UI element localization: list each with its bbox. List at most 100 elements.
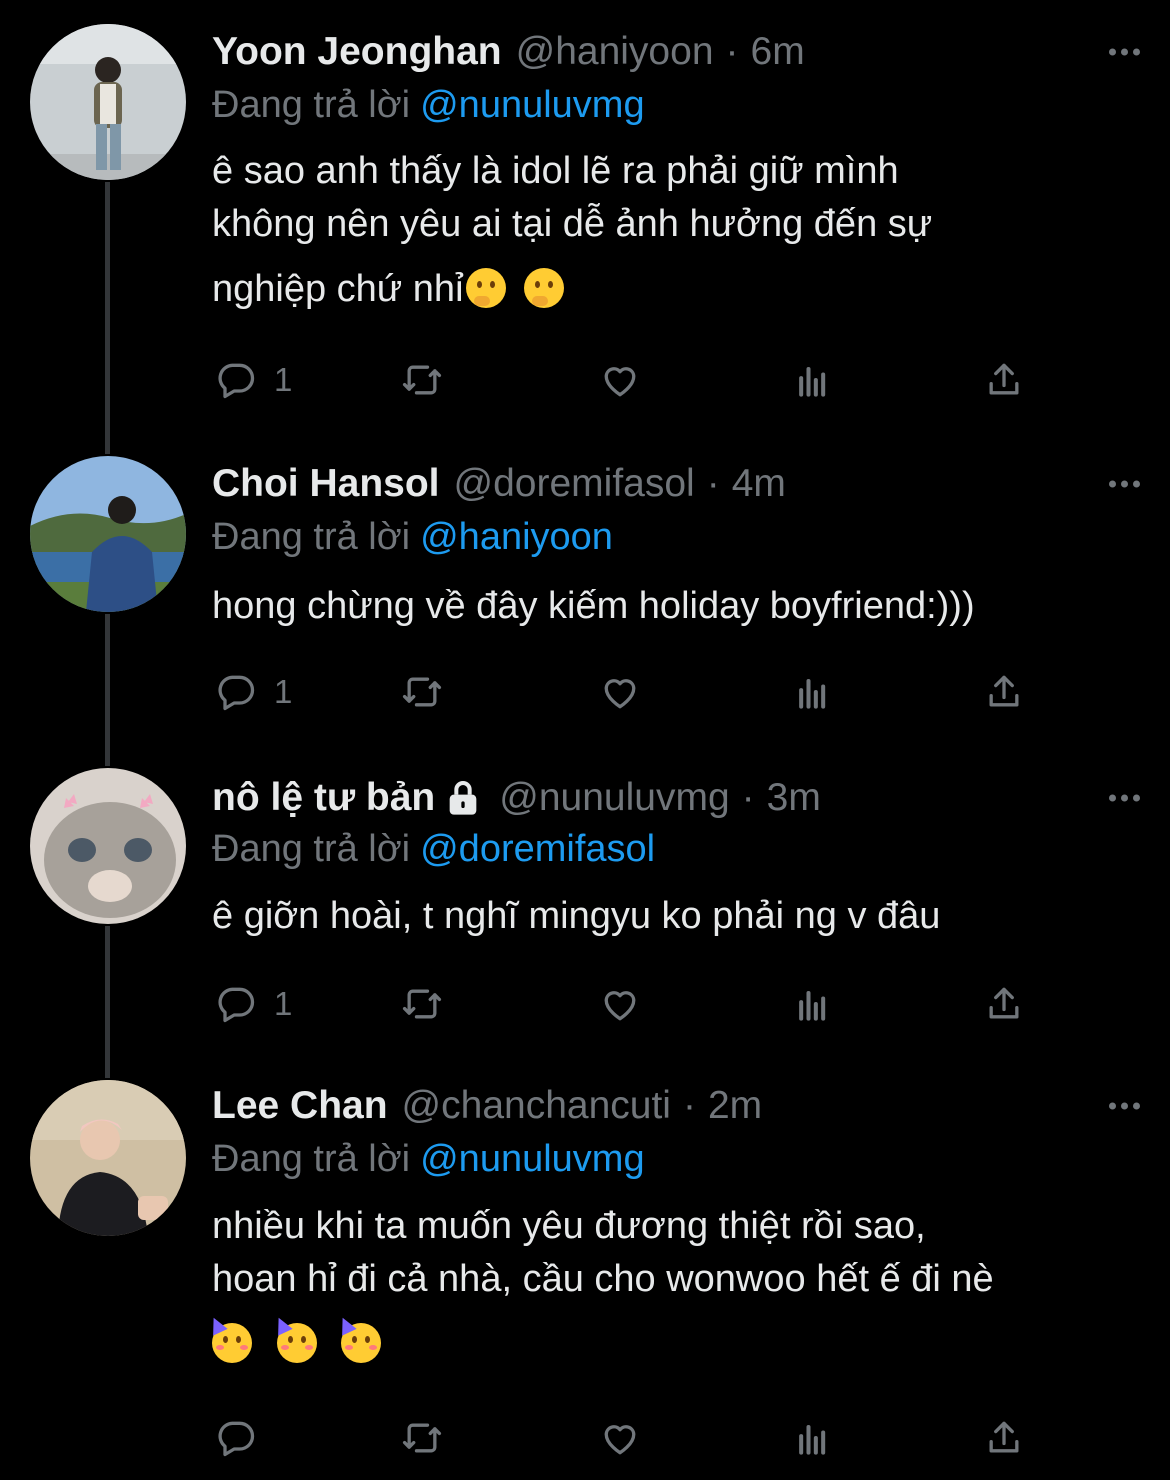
display-name[interactable]: nô lệ tư bản: [212, 776, 435, 820]
text-line: nghiệp chứ nhỉ: [212, 268, 464, 310]
replying-to: Đang trả lời @nunuluvmg: [212, 84, 645, 127]
retweet-button[interactable]: [400, 664, 444, 720]
mention-link[interactable]: @nunuluvmg: [420, 1138, 644, 1180]
more-icon[interactable]: [1109, 48, 1140, 56]
share-button[interactable]: [982, 1410, 1026, 1466]
reply-button[interactable]: 1: [214, 976, 292, 1032]
display-name[interactable]: Choi Hansol: [212, 462, 440, 506]
display-name[interactable]: Lee Chan: [212, 1084, 388, 1128]
replying-to: Đang trả lời @doremifasol: [212, 828, 655, 871]
like-icon: [604, 679, 636, 709]
share-icon: [989, 987, 1019, 1019]
retweet-icon: [402, 1423, 442, 1453]
avatar[interactable]: [30, 24, 186, 180]
tweet-header: Choi Hansol @doremifasol · 4m: [212, 454, 1140, 514]
user-handle[interactable]: @nunuluvmg: [499, 776, 729, 820]
separator-dot: ·: [706, 462, 720, 505]
avatar[interactable]: [30, 1080, 186, 1236]
reply-prefix: Đang trả lời: [212, 84, 411, 126]
thinking-emoji-icon: [523, 268, 564, 308]
more-icon[interactable]: [1109, 1102, 1140, 1110]
share-icon: [989, 1421, 1019, 1453]
views-button[interactable]: [792, 1410, 836, 1466]
like-button[interactable]: [598, 976, 642, 1032]
lock-icon: [441, 778, 485, 818]
mention-link[interactable]: @haniyoon: [420, 516, 613, 558]
like-button[interactable]: [598, 664, 642, 720]
retweet-button[interactable]: [400, 352, 444, 408]
share-button[interactable]: [982, 664, 1026, 720]
reply-icon: [218, 987, 255, 1023]
retweet-button[interactable]: [400, 976, 444, 1032]
user-handle[interactable]: @chanchancuti: [402, 1084, 671, 1128]
partying-face-emoji-icon: [270, 1314, 317, 1363]
reply-icon: [218, 1421, 255, 1457]
reply-prefix: Đang trả lời: [212, 516, 411, 558]
user-handle[interactable]: @haniyoon: [516, 30, 714, 74]
views-button[interactable]: [792, 352, 836, 408]
avatar-image: [30, 24, 186, 180]
avatar[interactable]: [30, 768, 186, 924]
text-line: ê giỡn hoài, t nghĩ mingyu ko phải ng v …: [212, 895, 941, 937]
views-button[interactable]: [792, 664, 836, 720]
reply-count: 1: [274, 673, 293, 710]
share-icon: [989, 675, 1019, 707]
separator-dot: ·: [682, 1084, 696, 1127]
tweet-actions: 1: [212, 664, 1032, 720]
display-name[interactable]: Yoon Jeonghan: [212, 30, 502, 74]
mention-link[interactable]: @doremifasol: [420, 828, 655, 870]
partying-face-emoji-icon: [335, 1314, 382, 1363]
reply-button[interactable]: 1: [214, 352, 292, 408]
like-icon: [604, 1425, 636, 1455]
like-button[interactable]: [598, 352, 642, 408]
reply-icon: [218, 363, 255, 399]
views-button[interactable]: [792, 976, 836, 1032]
tweet-header: Yoon Jeonghan @haniyoon · 6m: [212, 22, 1140, 82]
tweet-actions: [212, 1410, 1032, 1466]
retweet-icon: [402, 989, 442, 1019]
text-line: hong chừng về đây kiếm holiday boyfriend…: [212, 585, 975, 627]
text-line: hoan hỉ đi cả nhà, cầu cho wonwoo hết ế …: [212, 1258, 994, 1300]
timestamp[interactable]: 3m: [767, 776, 821, 820]
timestamp[interactable]: 6m: [751, 30, 805, 74]
thread-connector: [105, 926, 110, 1078]
views-icon: [799, 366, 826, 397]
timestamp[interactable]: 4m: [732, 462, 786, 506]
reply-thread: Yoon Jeonghan @haniyoon · 6m Đang trả lờ…: [0, 0, 1170, 1480]
reply-prefix: Đang trả lời: [212, 1138, 411, 1180]
share-button[interactable]: [982, 976, 1026, 1032]
text-line: ê sao anh thấy là idol lẽ ra phải giữ mì…: [212, 150, 899, 192]
user-handle[interactable]: @doremifasol: [454, 462, 695, 506]
timestamp[interactable]: 2m: [708, 1084, 762, 1128]
reply-prefix: Đang trả lời: [212, 828, 411, 870]
reply-count: 1: [274, 985, 293, 1022]
more-icon[interactable]: [1109, 480, 1140, 488]
more-icon[interactable]: [1109, 794, 1140, 802]
like-icon: [604, 367, 636, 397]
text-line: nhiều khi ta muốn yêu đương thiệt rồi sa…: [212, 1205, 926, 1247]
separator-dot: ·: [741, 776, 755, 819]
mention-link[interactable]: @nunuluvmg: [420, 84, 644, 126]
reply-button[interactable]: [214, 1410, 274, 1466]
avatar-image: [30, 456, 186, 612]
views-icon: [799, 990, 826, 1021]
avatar-image: [30, 768, 186, 924]
reply-button[interactable]: 1: [214, 664, 292, 720]
thinking-emoji-icon: [465, 268, 506, 308]
avatar[interactable]: [30, 456, 186, 612]
like-button[interactable]: [598, 1410, 642, 1466]
tweet-text: ê sao anh thấy là idol lẽ ra phải giữ mì…: [212, 145, 1142, 316]
like-icon: [604, 991, 636, 1021]
thread-connector: [105, 182, 110, 454]
tweet-text: ê giỡn hoài, t nghĩ mingyu ko phải ng v …: [212, 890, 1142, 943]
retweet-icon: [402, 365, 442, 395]
avatar-image: [30, 1080, 186, 1236]
retweet-button[interactable]: [400, 1410, 444, 1466]
tweet-actions: 1: [212, 976, 1032, 1032]
reply-count: 1: [274, 361, 293, 398]
reply-icon: [218, 675, 255, 711]
views-icon: [799, 678, 826, 709]
share-button[interactable]: [982, 352, 1026, 408]
views-icon: [799, 1424, 826, 1455]
tweet-actions: 1: [212, 352, 1032, 408]
